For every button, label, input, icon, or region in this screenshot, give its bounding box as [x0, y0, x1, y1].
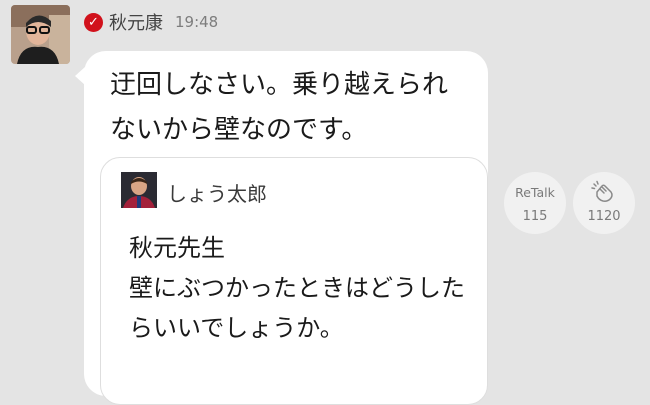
- clap-button[interactable]: 1120: [573, 172, 635, 234]
- author-avatar[interactable]: [11, 5, 70, 64]
- clap-icon: [591, 180, 613, 202]
- message-text: 迂回しなさい。乗り越えられないから壁なのです。: [110, 70, 449, 145]
- bubble-tail: [75, 67, 85, 85]
- verified-check-icon: ✓: [84, 12, 103, 32]
- message-bubble: 迂回しなさい。乗り越えられないから壁なのです。 しょう太郎 秋元先生 壁にぶつか…: [75, 51, 488, 405]
- quoted-message-text: 秋元先生 壁にぶつかったときはどうしたらいいでしょうか。: [129, 234, 465, 342]
- quoted-message[interactable]: しょう太郎 秋元先生 壁にぶつかったときはどうしたらいいでしょうか。: [100, 157, 488, 405]
- quoted-author-avatar[interactable]: [121, 172, 157, 208]
- quoted-author-name[interactable]: しょう太郎: [167, 178, 267, 207]
- clap-count: 1120: [587, 209, 621, 224]
- post-time: 19:48: [175, 13, 219, 31]
- retalk-count: 115: [522, 209, 548, 224]
- retalk-button[interactable]: ReTalk 115: [504, 172, 566, 234]
- author-row: ✓ 秋元康 19:48: [84, 10, 218, 34]
- retalk-label: ReTalk: [515, 185, 555, 200]
- author-name[interactable]: 秋元康: [109, 9, 163, 35]
